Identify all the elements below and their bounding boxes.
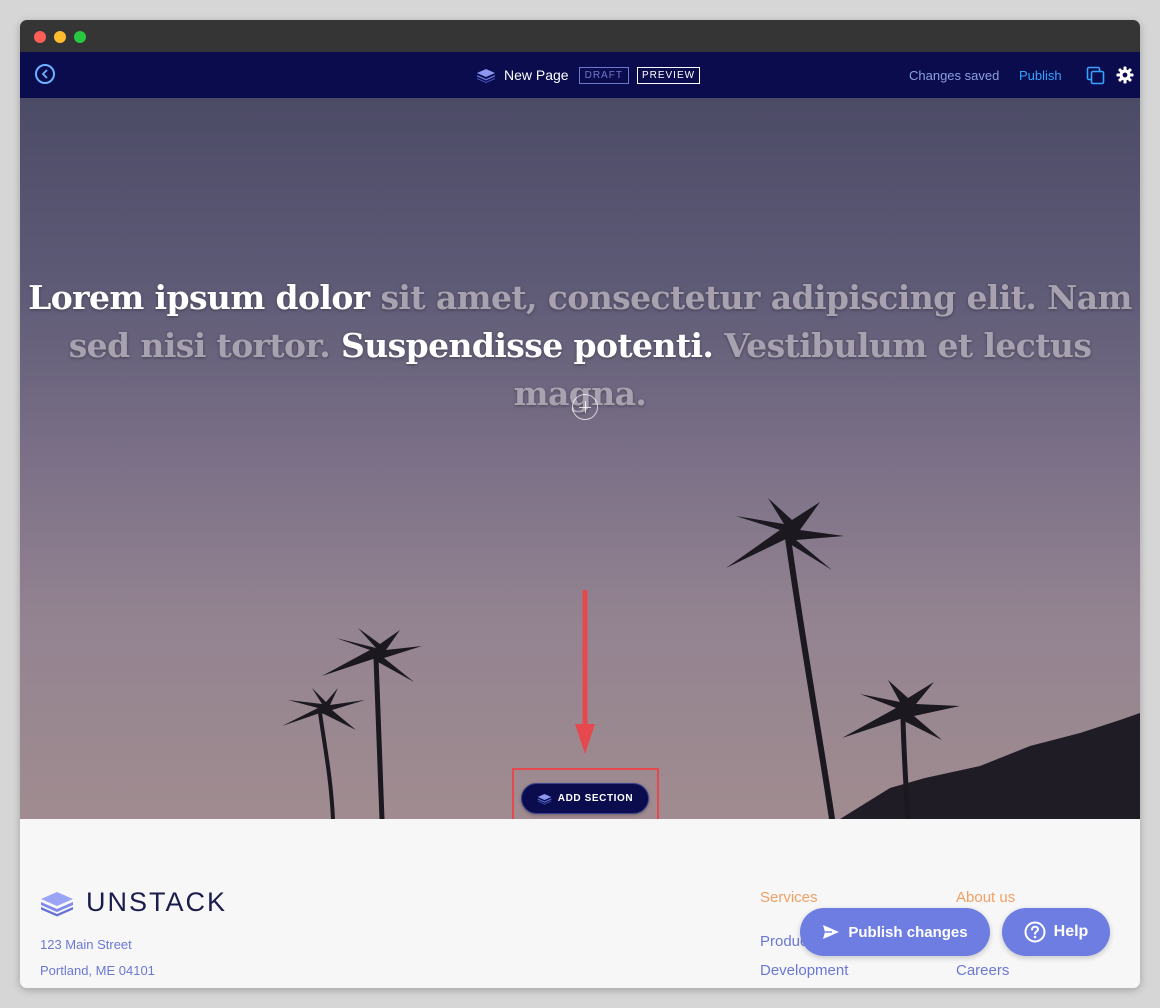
back-arrow-icon bbox=[41, 69, 48, 79]
unstack-logo-icon bbox=[41, 891, 73, 916]
publish-changes-button[interactable]: Publish changes bbox=[800, 908, 990, 956]
send-icon bbox=[823, 925, 840, 939]
footer-link-development[interactable]: Development bbox=[760, 962, 848, 979]
close-window-button[interactable] bbox=[34, 31, 46, 43]
app-window: New Page DRAFT PREVIEW Changes saved Pub… bbox=[20, 20, 1140, 988]
gear-icon[interactable] bbox=[1116, 66, 1134, 84]
red-arrow-annotation-icon bbox=[575, 590, 595, 754]
maximize-window-button[interactable] bbox=[74, 31, 86, 43]
layers-icon bbox=[537, 794, 551, 805]
brand-name: UNSTACK bbox=[86, 887, 228, 917]
footer-brand: UNSTACK bbox=[40, 887, 227, 918]
preview-button[interactable]: PREVIEW bbox=[636, 66, 701, 84]
help-button[interactable]: Help bbox=[1002, 908, 1110, 956]
address-line-2: Portland, ME 04101 bbox=[40, 963, 155, 978]
back-button[interactable] bbox=[35, 64, 55, 84]
save-status: Changes saved bbox=[909, 68, 1000, 83]
page-title[interactable]: New Page bbox=[504, 67, 569, 83]
add-block-plus-icon[interactable] bbox=[572, 394, 598, 420]
draft-badge: DRAFT bbox=[578, 66, 629, 84]
publish-link[interactable]: Publish bbox=[1019, 68, 1062, 83]
add-section-label: ADD SECTION bbox=[557, 793, 634, 804]
layers-icon bbox=[477, 69, 495, 83]
help-label: Help bbox=[1053, 923, 1089, 940]
headline-part-3: Suspendisse potenti. bbox=[341, 326, 725, 365]
question-icon bbox=[1024, 921, 1046, 943]
footer-link-careers[interactable]: Careers bbox=[956, 962, 1009, 979]
publish-changes-label: Publish changes bbox=[848, 923, 968, 941]
window-titlebar bbox=[20, 20, 1140, 52]
editor-toolbar: New Page DRAFT PREVIEW Changes saved Pub… bbox=[20, 52, 1140, 98]
minimize-window-button[interactable] bbox=[54, 31, 66, 43]
page-footer[interactable]: UNSTACK 123 Main Street Portland, ME 041… bbox=[20, 819, 1140, 988]
copy-icon[interactable] bbox=[1086, 66, 1106, 86]
services-heading: Services bbox=[760, 889, 818, 906]
headline-part-1: Lorem ipsum dolor bbox=[28, 278, 381, 317]
page-title-group: New Page DRAFT PREVIEW bbox=[476, 65, 701, 85]
about-heading: About us bbox=[956, 889, 1016, 906]
add-section-button[interactable]: ADD SECTION bbox=[521, 783, 649, 814]
address-line-1: 123 Main Street bbox=[40, 937, 132, 952]
